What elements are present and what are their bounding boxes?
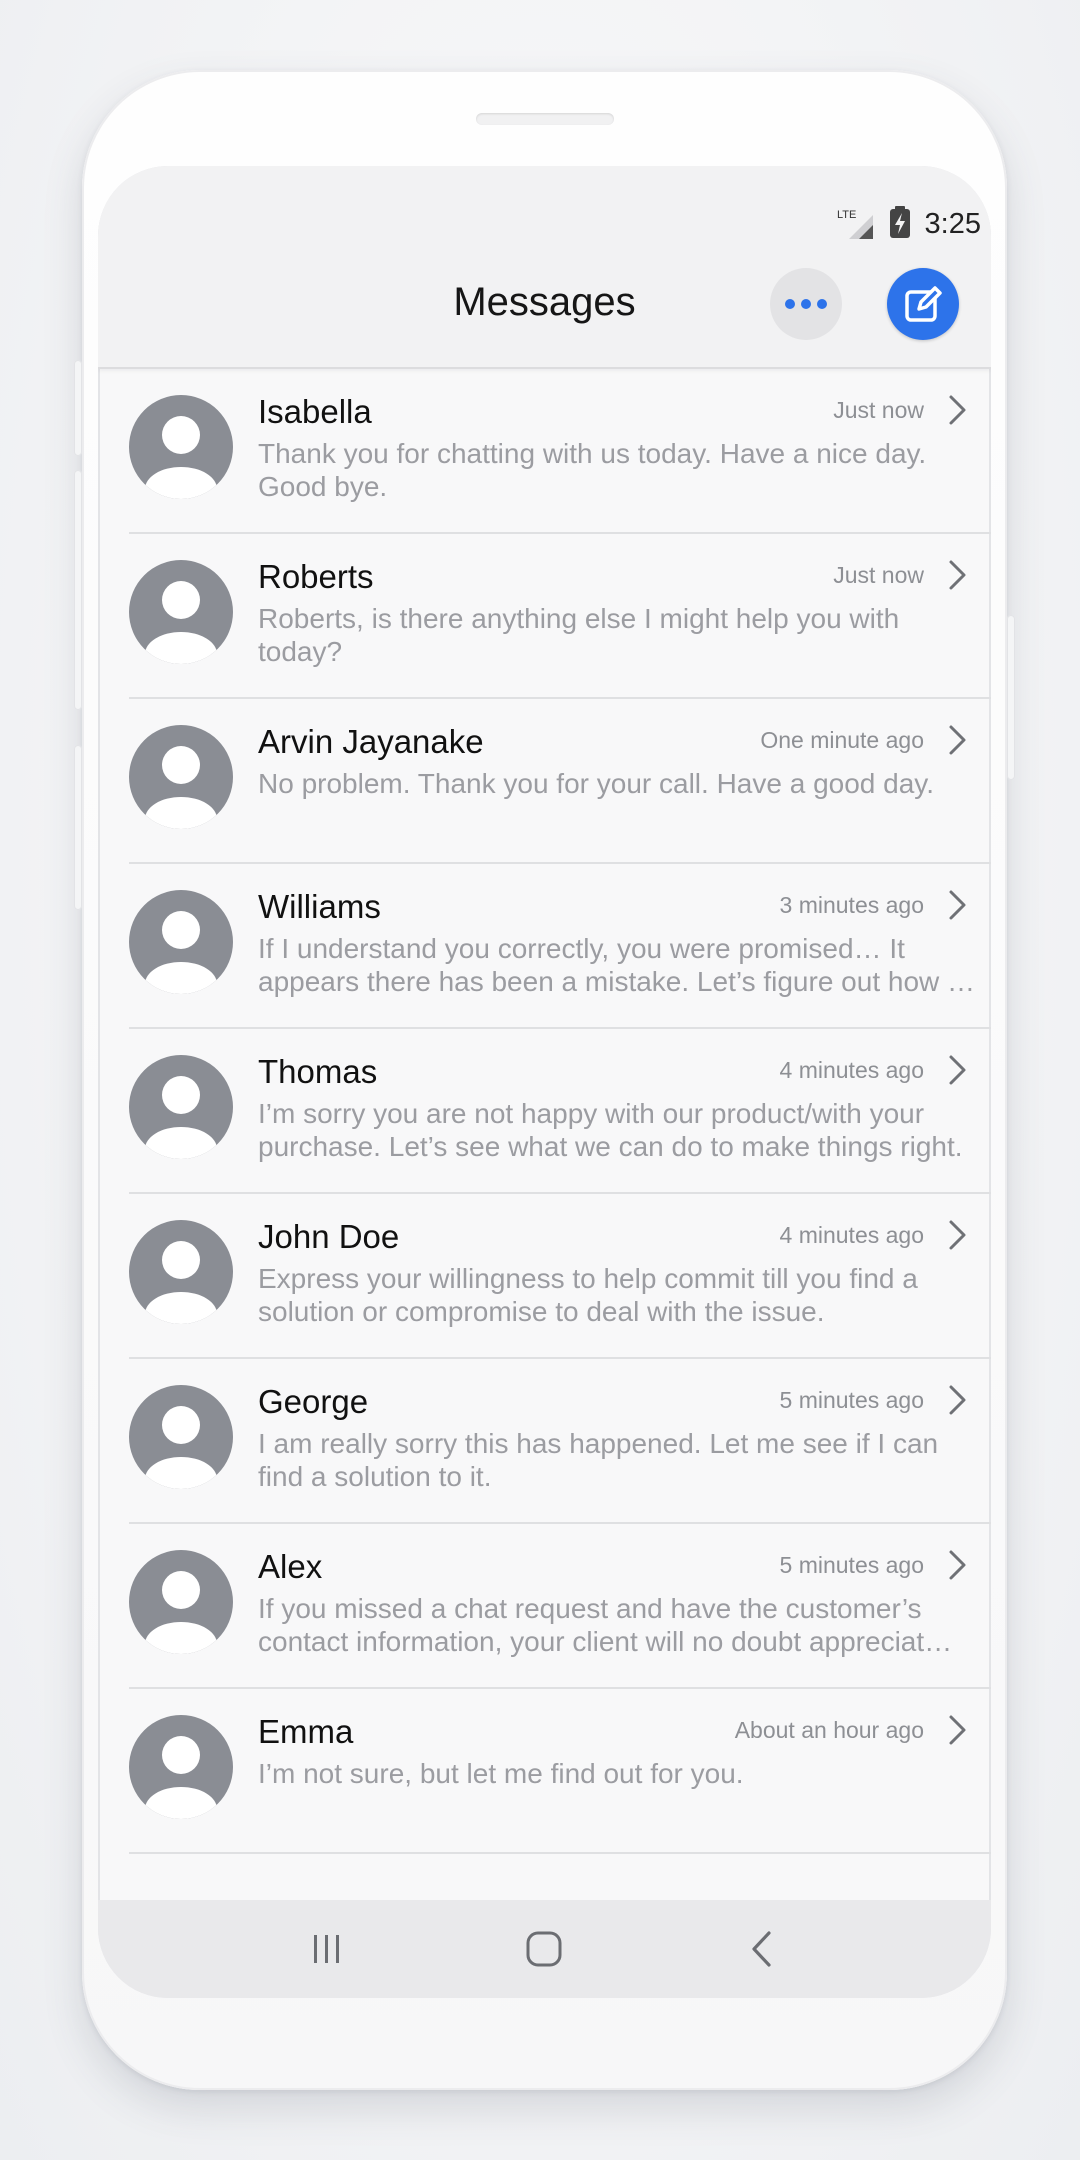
- contact-name: Roberts: [258, 558, 374, 595]
- message-preview-line-1: I am really sorry this has happened. Let…: [258, 1428, 939, 1459]
- contact-name: John Doe: [258, 1218, 400, 1255]
- power-button: [1007, 615, 1015, 780]
- message-preview-line-2: find a solution to it.: [258, 1461, 492, 1492]
- contact-name: George: [258, 1383, 369, 1420]
- message-preview-line-1: If I understand you correctly, you were …: [258, 933, 905, 964]
- conversation-row[interactable]: Arvin Jayanake One minute ago No problem…: [129, 699, 991, 864]
- screen: LTE 3:25 Messages Isabella Just now Than…: [98, 166, 991, 1998]
- conversation-row[interactable]: Isabella Just now Thank you for chatting…: [129, 369, 991, 534]
- message-preview: Express your willingness to help commit …: [258, 1262, 988, 1328]
- avatar-icon: [129, 395, 233, 499]
- message-preview-line-2: contact information, your client will no…: [258, 1626, 953, 1657]
- battery-icon: [889, 205, 911, 244]
- message-preview: If you missed a chat request and have th…: [258, 1592, 988, 1658]
- chevron-right-icon: [949, 395, 966, 425]
- conversation-row[interactable]: Emma About an hour ago I’m not sure, but…: [129, 1689, 991, 1854]
- back-button[interactable]: [732, 1919, 792, 1979]
- message-preview-line-1: I’m sorry you are not happy with our pro…: [258, 1098, 925, 1129]
- avatar-icon: [129, 1715, 233, 1819]
- chevron-right-icon: [949, 1055, 966, 1085]
- message-time: 5 minutes ago: [779, 1387, 924, 1413]
- avatar-icon: [129, 725, 233, 829]
- status-bar: LTE 3:25: [835, 202, 981, 246]
- volume-down-button: [74, 470, 82, 710]
- message-preview: Thank you for chatting with us today. Ha…: [258, 437, 988, 503]
- message-time: 4 minutes ago: [779, 1222, 924, 1248]
- conversation-row[interactable]: Roberts Just now Roberts, is there anyth…: [129, 534, 991, 699]
- avatar-icon: [129, 1550, 233, 1654]
- message-preview: If I understand you correctly, you were …: [258, 932, 988, 998]
- avatar-icon: [129, 1385, 233, 1489]
- app-header: LTE 3:25 Messages: [98, 166, 991, 369]
- message-preview-line-1: If you missed a chat request and have th…: [258, 1593, 922, 1624]
- message-preview: I am really sorry this has happened. Let…: [258, 1427, 988, 1493]
- message-time: Just now: [833, 397, 924, 423]
- conversation-row[interactable]: George 5 minutes ago I am really sorry t…: [129, 1359, 991, 1524]
- message-preview: Roberts, is there anything else I might …: [258, 602, 988, 668]
- message-preview-line-1: Express your willingness to help commit …: [258, 1263, 918, 1294]
- message-preview: No problem. Thank you for your call. Hav…: [258, 767, 988, 800]
- contact-name: Isabella: [258, 393, 372, 430]
- recents-icon: [313, 1935, 339, 1963]
- message-preview-line-2: purchase. Let’s see what we can do to ma…: [258, 1131, 963, 1162]
- contact-name: Emma: [258, 1713, 354, 1750]
- avatar-icon: [129, 890, 233, 994]
- chevron-right-icon: [949, 560, 966, 590]
- chevron-right-icon: [949, 1550, 966, 1580]
- chevron-right-icon: [949, 890, 966, 920]
- avatar-icon: [129, 1055, 233, 1159]
- back-icon: [752, 1931, 771, 1967]
- more-options-button[interactable]: [770, 268, 842, 340]
- conversation-row[interactable]: John Doe 4 minutes ago Express your will…: [129, 1194, 991, 1359]
- conversation-row[interactable]: Thomas 4 minutes ago I’m sorry you are n…: [129, 1029, 991, 1194]
- message-preview-line-2: today?: [258, 636, 343, 667]
- avatar-icon: [129, 560, 233, 664]
- message-time: About an hour ago: [734, 1717, 924, 1743]
- message-time: One minute ago: [760, 727, 924, 753]
- contact-name: Williams: [258, 888, 381, 925]
- earpiece-speaker: [476, 113, 614, 125]
- message-time: 5 minutes ago: [779, 1552, 924, 1578]
- page-title: Messages: [453, 280, 636, 324]
- chevron-right-icon: [949, 1715, 966, 1745]
- message-preview-line-2: Good bye.: [258, 471, 388, 502]
- home-button[interactable]: [514, 1919, 574, 1979]
- message-preview-line-2: solution or compromise to deal with the …: [258, 1296, 825, 1327]
- conversation-row[interactable]: Alex 5 minutes ago If you missed a chat …: [129, 1524, 991, 1689]
- message-preview: I’m not sure, but let me find out for yo…: [258, 1757, 988, 1790]
- message-preview-line-1: No problem. Thank you for your call. Hav…: [258, 768, 934, 799]
- volume-up-button: [74, 360, 82, 456]
- chevron-right-icon: [949, 1385, 966, 1415]
- home-icon: [526, 1931, 562, 1967]
- message-preview-line-1: Thank you for chatting with us today. Ha…: [258, 438, 927, 469]
- avatar-icon: [129, 1220, 233, 1324]
- message-preview-line-1: Roberts, is there anything else I might …: [258, 603, 900, 634]
- status-time: 3:25: [924, 207, 981, 240]
- message-time: Just now: [833, 562, 924, 588]
- message-time: 3 minutes ago: [779, 892, 924, 918]
- phone-frame: LTE 3:25 Messages Isabella Just now Than…: [74, 70, 1015, 2090]
- contact-name: Thomas: [258, 1053, 378, 1090]
- chevron-right-icon: [949, 1220, 966, 1250]
- message-preview: I’m sorry you are not happy with our pro…: [258, 1097, 988, 1163]
- contact-name: Arvin Jayanake: [258, 723, 484, 760]
- lte-signal-icon: LTE: [835, 207, 875, 241]
- chevron-right-icon: [949, 725, 966, 755]
- conversation-row[interactable]: Williams 3 minutes ago If I understand y…: [129, 864, 991, 1029]
- bixby-button: [74, 745, 82, 910]
- svg-text:LTE: LTE: [837, 209, 856, 221]
- compose-button[interactable]: [887, 268, 959, 340]
- contact-name: Alex: [258, 1548, 323, 1585]
- message-preview-line-1: I’m not sure, but let me find out for yo…: [258, 1758, 744, 1789]
- navigation-bar: [98, 1900, 991, 1998]
- message-time: 4 minutes ago: [779, 1057, 924, 1083]
- recents-button[interactable]: [297, 1919, 357, 1979]
- conversation-list: Isabella Just now Thank you for chatting…: [98, 369, 991, 1854]
- more-horizontal-icon: [785, 299, 827, 309]
- message-preview-line-2: appears there has been a mistake. Let’s …: [258, 966, 976, 997]
- compose-icon: [905, 286, 942, 322]
